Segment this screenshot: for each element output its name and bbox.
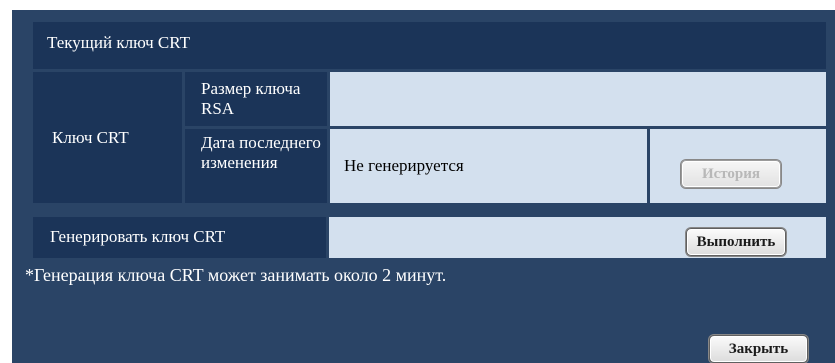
- rsa-size-value: [330, 72, 826, 126]
- generate-crt-label: Генерировать ключ CRT: [33, 217, 326, 258]
- close-button[interactable]: Закрыть: [709, 335, 808, 363]
- history-button[interactable]: История: [681, 160, 781, 188]
- generation-time-note: *Генерация ключа CRT может занимать окол…: [25, 265, 447, 285]
- execute-button[interactable]: Выполнить: [686, 228, 786, 256]
- crt-key-panel: Текущий ключ CRT Ключ CRT Размер ключа R…: [12, 10, 835, 363]
- crt-key-label-text: Ключ CRT: [52, 127, 129, 147]
- rsa-size-label: Размер ключа RSA: [185, 72, 327, 126]
- section-title: Текущий ключ CRT: [33, 22, 826, 69]
- last-modified-label: Дата последнего изменения: [185, 129, 327, 203]
- last-modified-value-text: Не генерируется: [344, 156, 464, 175]
- crt-key-label: Ключ CRT: [33, 72, 182, 203]
- last-modified-value: Не генерируется: [330, 129, 647, 203]
